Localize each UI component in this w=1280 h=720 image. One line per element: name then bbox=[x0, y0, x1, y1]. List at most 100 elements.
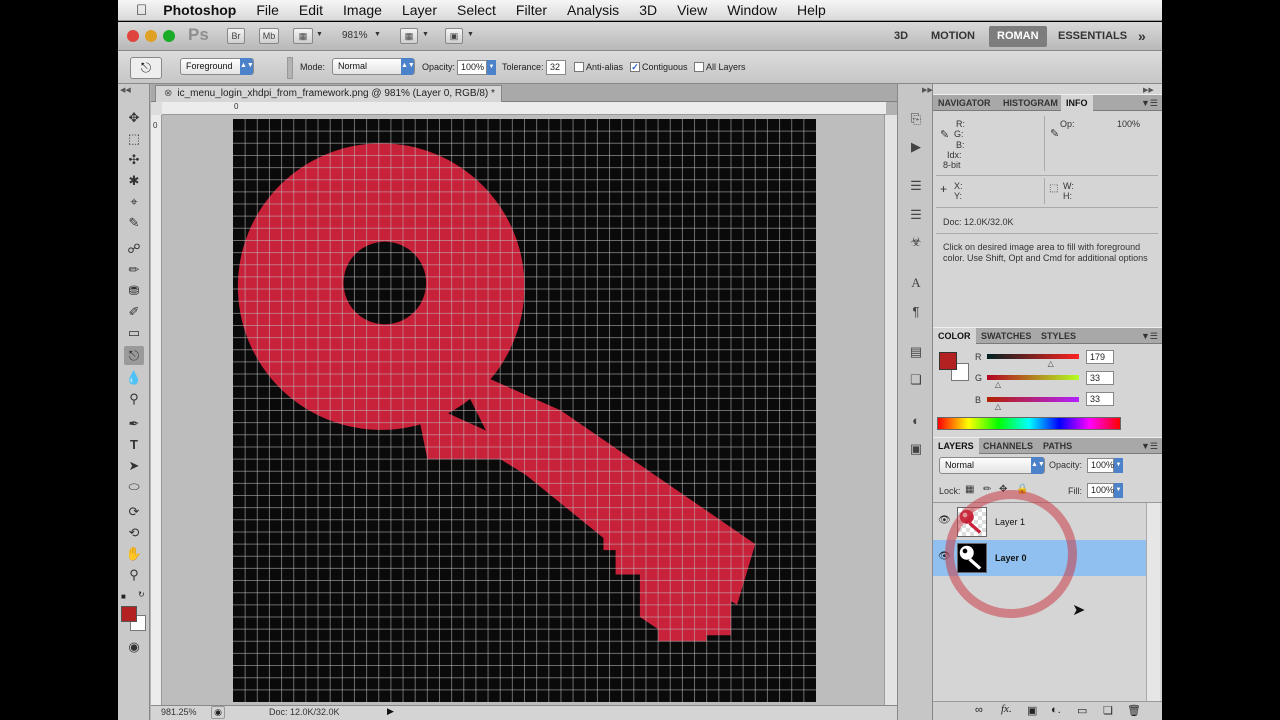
panel-menu-icon[interactable]: ▼☰ bbox=[1141, 438, 1158, 454]
hand-tool-icon[interactable]: ✋ bbox=[124, 544, 144, 563]
healing-brush-tool-icon[interactable]: ☍ bbox=[124, 239, 144, 258]
color-ramp[interactable] bbox=[937, 417, 1121, 430]
minimize-window-button[interactable] bbox=[145, 30, 157, 42]
close-tab-icon[interactable]: ⊗ bbox=[164, 88, 172, 99]
link-layers-icon[interactable]: ∞ bbox=[975, 704, 983, 716]
panel-menu-icon[interactable]: ▼☰ bbox=[1141, 328, 1158, 344]
contiguous-checkbox[interactable]: ✓ bbox=[630, 62, 640, 72]
status-options-icon[interactable]: ◉ bbox=[211, 706, 225, 719]
tab-swatches[interactable]: SWATCHES bbox=[976, 328, 1036, 344]
opacity-dropdown-icon[interactable]: ▼ bbox=[1114, 458, 1123, 473]
ruler-origin[interactable] bbox=[151, 102, 162, 115]
antialias-checkbox[interactable] bbox=[574, 62, 584, 72]
fill-source-select[interactable]: Foreground ▲▼ bbox=[180, 58, 254, 75]
pen-tool-icon[interactable]: ✒ bbox=[124, 414, 144, 433]
image-canvas[interactable] bbox=[233, 119, 816, 702]
vertical-ruler[interactable]: 0 bbox=[151, 115, 162, 707]
new-layer-icon[interactable]: ❏ bbox=[1103, 704, 1113, 717]
close-window-button[interactable] bbox=[127, 30, 139, 42]
quick-selection-tool-icon[interactable]: ✱ bbox=[124, 171, 144, 190]
swap-colors-icon[interactable]: ↻ bbox=[138, 590, 145, 599]
zoom-level[interactable]: 981% bbox=[342, 30, 368, 41]
default-colors-icon[interactable]: ■ bbox=[121, 592, 126, 601]
blue-value-field[interactable]: 33 bbox=[1086, 392, 1114, 406]
red-value-field[interactable]: 179 bbox=[1086, 350, 1114, 364]
zoom-status[interactable]: 981.25% bbox=[161, 707, 197, 717]
menu-3d[interactable]: 3D bbox=[639, 2, 657, 18]
expand-dock-icon[interactable]: ▶▶ bbox=[922, 86, 933, 94]
tab-histogram[interactable]: HISTOGRAM bbox=[998, 95, 1063, 111]
menu-help[interactable]: Help bbox=[797, 2, 826, 18]
new-group-icon[interactable]: ▭ bbox=[1077, 704, 1087, 717]
document-tab[interactable]: ⊗ ic_menu_login_xhdpi_from_framework.png … bbox=[155, 85, 502, 102]
opacity-field[interactable]: 100% bbox=[457, 60, 487, 75]
dodge-tool-icon[interactable]: ⚲ bbox=[124, 389, 144, 408]
launch-mini-bridge-button[interactable]: Mb bbox=[259, 28, 279, 44]
tab-channels[interactable]: CHANNELS bbox=[978, 438, 1038, 454]
fx-icon[interactable]: fx. bbox=[1001, 703, 1012, 715]
menu-select[interactable]: Select bbox=[457, 2, 496, 18]
layers-scrollbar[interactable] bbox=[1146, 503, 1160, 701]
red-slider-thumb[interactable]: △ bbox=[1048, 359, 1054, 368]
lasso-tool-icon[interactable]: ✣ bbox=[124, 150, 144, 169]
tolerance-field[interactable]: 32 bbox=[546, 60, 566, 75]
quick-mask-icon[interactable]: ◉ bbox=[124, 637, 144, 656]
visibility-eye-icon[interactable]: 👁 bbox=[938, 515, 951, 526]
workspace-roman[interactable]: ROMAN bbox=[989, 26, 1047, 47]
menu-filter[interactable]: Filter bbox=[516, 2, 547, 18]
menu-window[interactable]: Window bbox=[727, 2, 777, 18]
history-panel-icon[interactable]: ⎘ bbox=[907, 110, 925, 128]
mode-select[interactable]: Normal ▲▼ bbox=[332, 58, 415, 75]
blur-tool-icon[interactable]: 💧 bbox=[124, 368, 144, 387]
blend-mode-select[interactable]: Normal ▲▼ bbox=[939, 457, 1045, 474]
menu-analysis[interactable]: Analysis bbox=[567, 2, 619, 18]
character-panel-icon[interactable]: A bbox=[907, 274, 925, 292]
menu-photoshop[interactable]: Photoshop bbox=[163, 2, 236, 18]
crop-tool-icon[interactable]: ⌖ bbox=[124, 192, 144, 211]
history-brush-tool-icon[interactable]: ✐ bbox=[124, 302, 144, 321]
workspace-3d[interactable]: 3D bbox=[886, 26, 916, 47]
foreground-color-swatch[interactable] bbox=[121, 606, 137, 622]
paint-bucket-tool-icon[interactable]: ⎋ bbox=[124, 346, 144, 365]
tool-presets-panel-icon[interactable]: ▤ bbox=[907, 343, 925, 361]
brush-presets-panel-icon[interactable]: ☰ bbox=[907, 206, 925, 224]
all-layers-checkbox[interactable] bbox=[694, 62, 704, 72]
vertical-scrollbar[interactable] bbox=[884, 115, 897, 707]
path-selection-tool-icon[interactable]: ➤ bbox=[124, 456, 144, 475]
opacity-dropdown-icon[interactable]: ▼ bbox=[487, 60, 496, 75]
adjustment-layer-icon[interactable]: ◐. bbox=[1051, 704, 1061, 716]
menu-edit[interactable]: Edit bbox=[299, 2, 323, 18]
tab-styles[interactable]: STYLES bbox=[1036, 328, 1081, 344]
tab-navigator[interactable]: NAVIGATOR bbox=[933, 95, 996, 111]
collapse-toolbox-icon[interactable]: ◀◀ bbox=[120, 86, 131, 94]
arrange-documents-button[interactable]: ▦ bbox=[400, 28, 418, 44]
delete-layer-icon[interactable]: 🗑 bbox=[1127, 704, 1141, 717]
lock-transparent-icon[interactable]: ▦ bbox=[965, 484, 974, 495]
clone-source-panel-icon[interactable]: ☣ bbox=[907, 233, 925, 251]
green-value-field[interactable]: 33 bbox=[1086, 371, 1114, 385]
layer-opacity-field[interactable]: 100% bbox=[1087, 458, 1114, 473]
menu-image[interactable]: Image bbox=[343, 2, 382, 18]
eyedropper-tool-icon[interactable]: ✎ bbox=[124, 213, 144, 232]
red-slider-track[interactable] bbox=[987, 354, 1079, 359]
status-menu-arrow-icon[interactable]: ▶ bbox=[387, 706, 394, 717]
apple-menu-icon[interactable]:  bbox=[136, 2, 147, 19]
tab-paths[interactable]: PATHS bbox=[1038, 438, 1077, 454]
view-extras-button[interactable]: ▦ bbox=[293, 28, 313, 44]
adjustments-panel-icon[interactable]: ◐ bbox=[907, 412, 925, 430]
brush-tool-icon[interactable]: ✏ bbox=[124, 260, 144, 279]
panel-menu-icon[interactable]: ▼☰ bbox=[1141, 95, 1158, 111]
zoom-window-button[interactable] bbox=[163, 30, 175, 42]
screen-mode-button[interactable]: ▣ bbox=[445, 28, 463, 44]
actions-panel-icon[interactable]: ▶ bbox=[907, 138, 925, 156]
tab-color[interactable]: COLOR bbox=[933, 328, 976, 344]
workspace-motion[interactable]: MOTION bbox=[923, 26, 983, 47]
blue-slider-thumb[interactable]: △ bbox=[995, 402, 1001, 411]
green-slider-thumb[interactable]: △ bbox=[995, 380, 1001, 389]
marquee-tool-icon[interactable]: ⬚ bbox=[124, 129, 144, 148]
masks-panel-icon[interactable]: ▣ bbox=[907, 440, 925, 458]
tab-info[interactable]: INFO bbox=[1061, 95, 1093, 111]
layer-comps-panel-icon[interactable]: ❏ bbox=[907, 371, 925, 389]
fill-field[interactable]: 100% bbox=[1087, 483, 1114, 498]
3d-rotate-tool-icon[interactable]: ⟳ bbox=[124, 502, 144, 521]
